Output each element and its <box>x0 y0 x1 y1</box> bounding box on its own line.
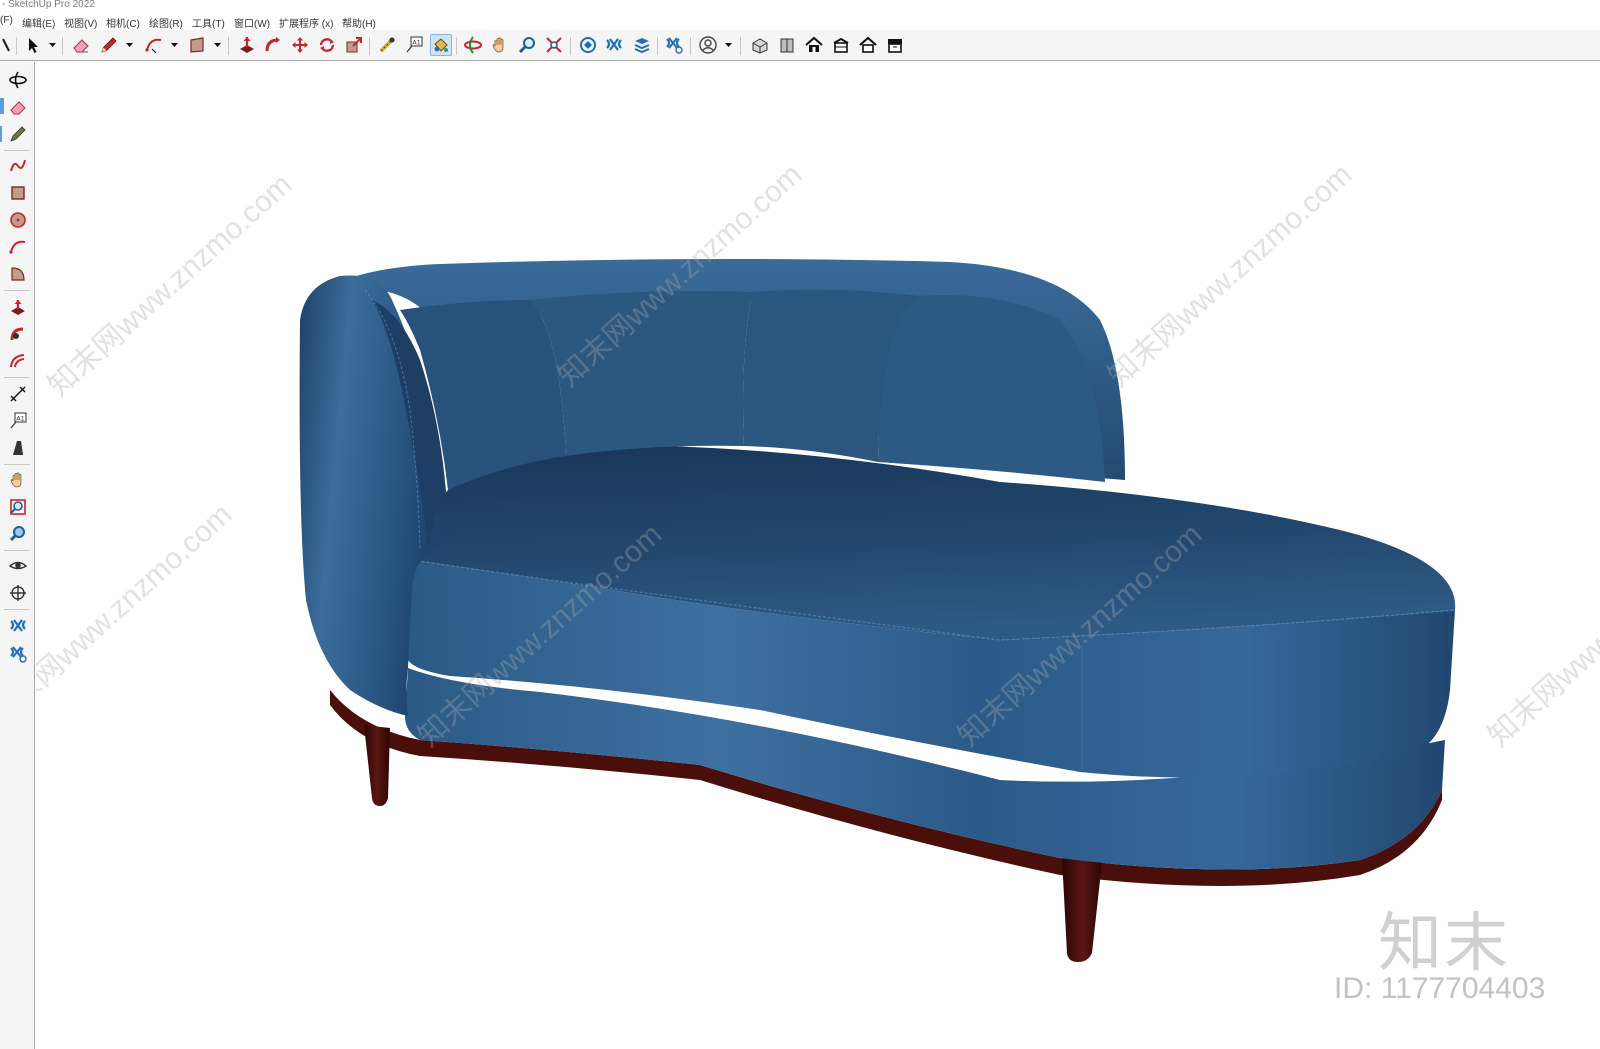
toolbar-separator <box>62 37 63 55</box>
paint-bucket-icon[interactable] <box>430 34 452 56</box>
select-dropdown-icon[interactable] <box>48 41 57 49</box>
sofa-leg-left <box>364 725 390 806</box>
menu-tools[interactable]: 工具(T) <box>192 15 225 30</box>
look-around-icon[interactable] <box>7 555 29 577</box>
pencil-dropdown-icon[interactable] <box>125 41 134 49</box>
push-pull-icon[interactable] <box>7 296 29 318</box>
push-pull-icon[interactable] <box>236 34 258 56</box>
brand-logo: 知末 <box>1378 907 1510 981</box>
toolbar-separator <box>690 37 691 55</box>
active-marker <box>0 98 4 114</box>
menu-draw[interactable]: 绘图(R) <box>149 15 183 30</box>
zoom-extents-icon[interactable] <box>543 34 565 56</box>
toolbar-separator <box>4 609 30 610</box>
scale-icon[interactable] <box>343 34 365 56</box>
toolbar-separator <box>369 37 370 55</box>
dimension-icon[interactable] <box>7 383 29 405</box>
toolbar-separator <box>4 464 30 465</box>
front-view-icon[interactable] <box>776 34 798 56</box>
eraser-icon[interactable] <box>70 34 92 56</box>
send-to-layout-icon[interactable] <box>7 643 29 665</box>
main-toolbar: A1 <box>0 30 1600 61</box>
toolbar-separator <box>456 37 457 55</box>
top-view-icon[interactable] <box>803 34 825 56</box>
menu-window[interactable]: 窗口(W) <box>234 15 270 30</box>
toolbar-separator <box>4 290 30 291</box>
left-toolbar: A1 <box>0 62 35 1049</box>
pencil-icon[interactable] <box>98 34 120 56</box>
menu-camera[interactable]: 相机(C) <box>106 15 140 30</box>
send-to-layout-icon[interactable] <box>663 34 685 56</box>
move-icon[interactable] <box>289 34 311 56</box>
zoom-window-icon[interactable] <box>7 496 29 518</box>
paint-icon[interactable] <box>7 123 29 145</box>
account-icon[interactable] <box>697 34 719 56</box>
pan-hand-icon[interactable] <box>7 469 29 491</box>
window-title: - SketchUp Pro 2022 <box>2 0 95 10</box>
toolbar-separator <box>4 150 30 151</box>
rotate-icon[interactable] <box>316 34 338 56</box>
circle-icon[interactable] <box>7 209 29 231</box>
freehand-icon[interactable] <box>7 155 29 177</box>
menu-help[interactable]: 帮助(H) <box>342 15 376 30</box>
offset-icon[interactable] <box>7 350 29 372</box>
menu-edit[interactable]: 编辑(E) <box>22 15 55 30</box>
3d-warehouse-icon[interactable] <box>577 34 599 56</box>
follow-me-icon[interactable] <box>7 323 29 345</box>
toolbar-separator <box>740 37 741 55</box>
sofa-leg-front <box>1062 858 1102 962</box>
zoom-icon[interactable] <box>7 523 29 545</box>
toolbar-separator <box>228 37 229 55</box>
zoom-icon[interactable] <box>516 34 538 56</box>
menu-file[interactable]: (F) <box>0 15 13 26</box>
edge-marker <box>0 126 2 142</box>
account-dropdown-icon[interactable] <box>724 41 733 49</box>
toolbar-separator <box>16 37 17 55</box>
sketchup-window: - SketchUp Pro 2022 (F) 编辑(E) 视图(V) 相机(C… <box>0 0 1600 1049</box>
pie-icon[interactable] <box>7 263 29 285</box>
right-view-icon[interactable] <box>830 34 852 56</box>
menu-view[interactable]: 视图(V) <box>64 15 97 30</box>
orbit-icon[interactable] <box>462 34 484 56</box>
3d-text-icon[interactable] <box>7 437 29 459</box>
menu-bar: (F) 编辑(E) 视图(V) 相机(C) 绘图(R) 工具(T) 窗口(W) … <box>0 12 1600 30</box>
position-camera-icon[interactable] <box>7 582 29 604</box>
arc-icon[interactable] <box>143 34 165 56</box>
text-tool-icon[interactable]: A1 <box>7 410 29 432</box>
iso-view-icon[interactable] <box>749 34 771 56</box>
menu-extensions[interactable]: 扩展程序 (x) <box>279 15 333 30</box>
model-viewport[interactable]: 知末网www.znzmo.com 知末网www.znzmo.com 知末网www… <box>36 62 1600 1049</box>
partial-tool-icon[interactable] <box>0 34 12 56</box>
tape-measure-icon[interactable] <box>376 34 398 56</box>
svg-text:A1: A1 <box>16 415 25 423</box>
title-bar: - SketchUp Pro 2022 <box>0 0 1600 12</box>
pan-hand-icon[interactable] <box>489 34 511 56</box>
extension-warehouse-icon[interactable] <box>7 615 29 637</box>
text-tool-icon[interactable]: A1 <box>403 34 425 56</box>
arc-icon[interactable] <box>7 236 29 258</box>
arc-dropdown-icon[interactable] <box>170 41 179 49</box>
rectangle-icon[interactable] <box>186 34 208 56</box>
left-view-icon[interactable] <box>884 34 906 56</box>
back-view-icon[interactable] <box>857 34 879 56</box>
rectangle-icon[interactable] <box>7 182 29 204</box>
chaise-longue-model <box>299 258 1456 962</box>
image-id-label: ID: 1177704403 <box>1334 972 1546 1005</box>
toolbar-separator <box>4 550 30 551</box>
orbit-icon[interactable] <box>7 69 29 91</box>
toolbar-separator <box>4 377 30 378</box>
eraser-icon[interactable] <box>7 96 29 118</box>
rectangle-dropdown-icon[interactable] <box>213 41 222 49</box>
select-arrow-icon[interactable] <box>22 34 44 56</box>
layout-icon[interactable] <box>631 34 653 56</box>
svg-text:A1: A1 <box>412 39 421 47</box>
toolbar-separator <box>570 37 571 55</box>
extension-warehouse-icon[interactable] <box>603 34 625 56</box>
toolbar-separator <box>657 37 658 55</box>
follow-me-icon[interactable] <box>262 34 284 56</box>
